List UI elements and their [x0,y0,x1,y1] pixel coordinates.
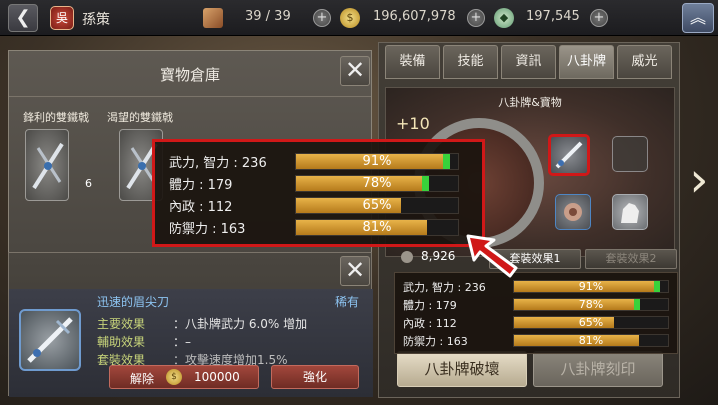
bagua-stats-panel: 武力, 智力 : 236 91% 體力 : 179 78% 內政 : 112 65% 防禦力… [394,272,678,354]
item-label: 鋒利的雙鐵戟 [23,111,89,124]
stat-row: 內政 : 112 65% [403,315,671,333]
item-count: 6 [85,177,92,190]
effect-value: ：八卦牌武力 6.0% 增加 [173,317,308,331]
horse-icon [621,203,639,223]
stat-bar: 78% [513,298,669,311]
stat-bar: 78% [295,175,459,192]
dismantle-label: 解除 [130,372,155,386]
close-icon[interactable]: ✕ [340,256,370,286]
stat-row: 體力 : 179 78% [169,174,468,196]
enhance-level: +10 [396,114,430,133]
effect-key: 輔助效果 [97,335,146,349]
bagua-destroy-button[interactable]: 八卦牌破壞 [397,351,527,387]
jade-amount: 197,545 [526,9,580,24]
add-scroll-button[interactable]: + [313,9,331,27]
stat-label: 體力 : 179 [403,299,457,312]
bagua-engrave-button[interactable]: 八卦牌刻印 [533,351,663,387]
stat-bar: 65% [295,197,459,214]
stat-row: 防禦力 : 163 81% [169,218,468,240]
stat-bar: 91% [513,280,669,293]
stat-bar: 81% [295,219,459,236]
stat-bar: 65% [513,316,669,329]
item-detail-panel: ✕ 迅速的眉尖刀 稀有 主要效果 ：八卦牌武力 6.0% 增加 輔助效果 ：– … [8,252,373,397]
stat-bar: 81% [513,334,669,347]
item-name: 迅速的眉尖刀 [97,295,170,309]
scroll-count: 39 / 39 [245,9,291,24]
stat-percent: 65% [362,198,392,213]
stat-label: 防禦力 : 163 [169,222,246,237]
next-arrow-icon[interactable]: › [684,150,714,210]
add-jade-button[interactable]: + [590,9,608,27]
home-chevron-icon[interactable]: ︽ [682,3,714,33]
ornament-icon [564,203,582,221]
bagua-slot-empty[interactable] [612,136,648,172]
item-rarity: 稀有 [335,295,360,309]
stat-label: 武力, 智力 : 236 [403,281,486,294]
bagua-title: 八卦牌&寶物 [498,96,562,109]
bagua-stats-callout: 武力, 智力 : 236 91% 體力 : 179 78% 內政 : 112 65% 防禦力… [152,139,485,247]
stat-bar: 91% [295,153,459,170]
glaive-icon [555,141,583,169]
stat-percent: 91% [362,154,392,169]
stat-label: 體力 : 179 [169,178,233,193]
gold-amount: 196,607,978 [373,9,456,24]
glaive-icon [19,309,81,371]
bagua-slot-weapon[interactable] [548,134,590,176]
character-name: 孫策 [82,12,110,28]
stat-percent: 81% [578,334,604,347]
power-icon [401,251,413,263]
bagua-slot-ornament[interactable] [555,194,591,230]
faction-badge: 吳 [50,6,74,30]
stat-row: 武力, 智力 : 236 91% [403,279,671,297]
effect-value: ：– [173,335,192,349]
halberd-item-slot[interactable] [25,129,69,201]
bagua-slot-mount[interactable] [612,194,648,230]
stat-label: 內政 : 112 [169,200,233,215]
tab-bagua[interactable]: 八卦牌 [559,45,614,79]
stat-percent: 78% [578,298,604,311]
stat-label: 內政 : 112 [403,317,457,330]
halberd-icon [32,142,64,190]
back-arrow-icon[interactable]: ❮ [8,4,38,32]
stat-label: 防禦力 : 163 [403,335,468,348]
stat-label: 武力, 智力 : 236 [169,156,267,171]
set-effect-2-button[interactable]: 套裝效果2 [585,249,677,269]
enhance-button[interactable]: 強化 [271,365,359,389]
stat-row: 防禦力 : 163 81% [403,333,671,351]
warehouse-title: 寶物倉庫 [159,66,220,84]
tab-info[interactable]: 資訊 [501,45,556,79]
stat-row: 武力, 智力 : 236 91% [169,152,468,174]
gold-coin-icon: $ [340,8,360,28]
stat-row: 內政 : 112 65% [169,196,468,218]
stat-percent: 78% [362,176,392,191]
stat-row: 體力 : 179 78% [403,297,671,315]
stat-percent: 91% [578,280,604,293]
dismantle-button[interactable]: 解除 $ 100000 [109,365,259,389]
top-bar: ❮ 吳 孫策 39 / 39 + $ 196,607,978 + ◆ 197,5… [0,0,718,36]
add-gold-button[interactable]: + [467,9,485,27]
gold-coin-icon: $ [166,369,182,385]
effect-key: 主要效果 [97,317,146,331]
jade-icon: ◆ [494,8,514,28]
tab-equipment[interactable]: 裝備 [385,45,440,79]
warehouse-header: 寶物倉庫 ✕ [9,51,371,97]
tab-skills[interactable]: 技能 [443,45,498,79]
power-value: 8,926 [421,249,456,263]
stat-percent: 65% [578,316,604,329]
scroll-icon [203,8,223,28]
tab-glory[interactable]: 威光 [617,45,672,79]
stat-percent: 81% [362,220,392,235]
item-label: 渴望的雙鐵戟 [107,111,173,124]
dismantle-cost: 100000 [194,370,240,384]
callout-arrow-icon [466,234,518,278]
close-icon[interactable]: ✕ [340,56,370,86]
